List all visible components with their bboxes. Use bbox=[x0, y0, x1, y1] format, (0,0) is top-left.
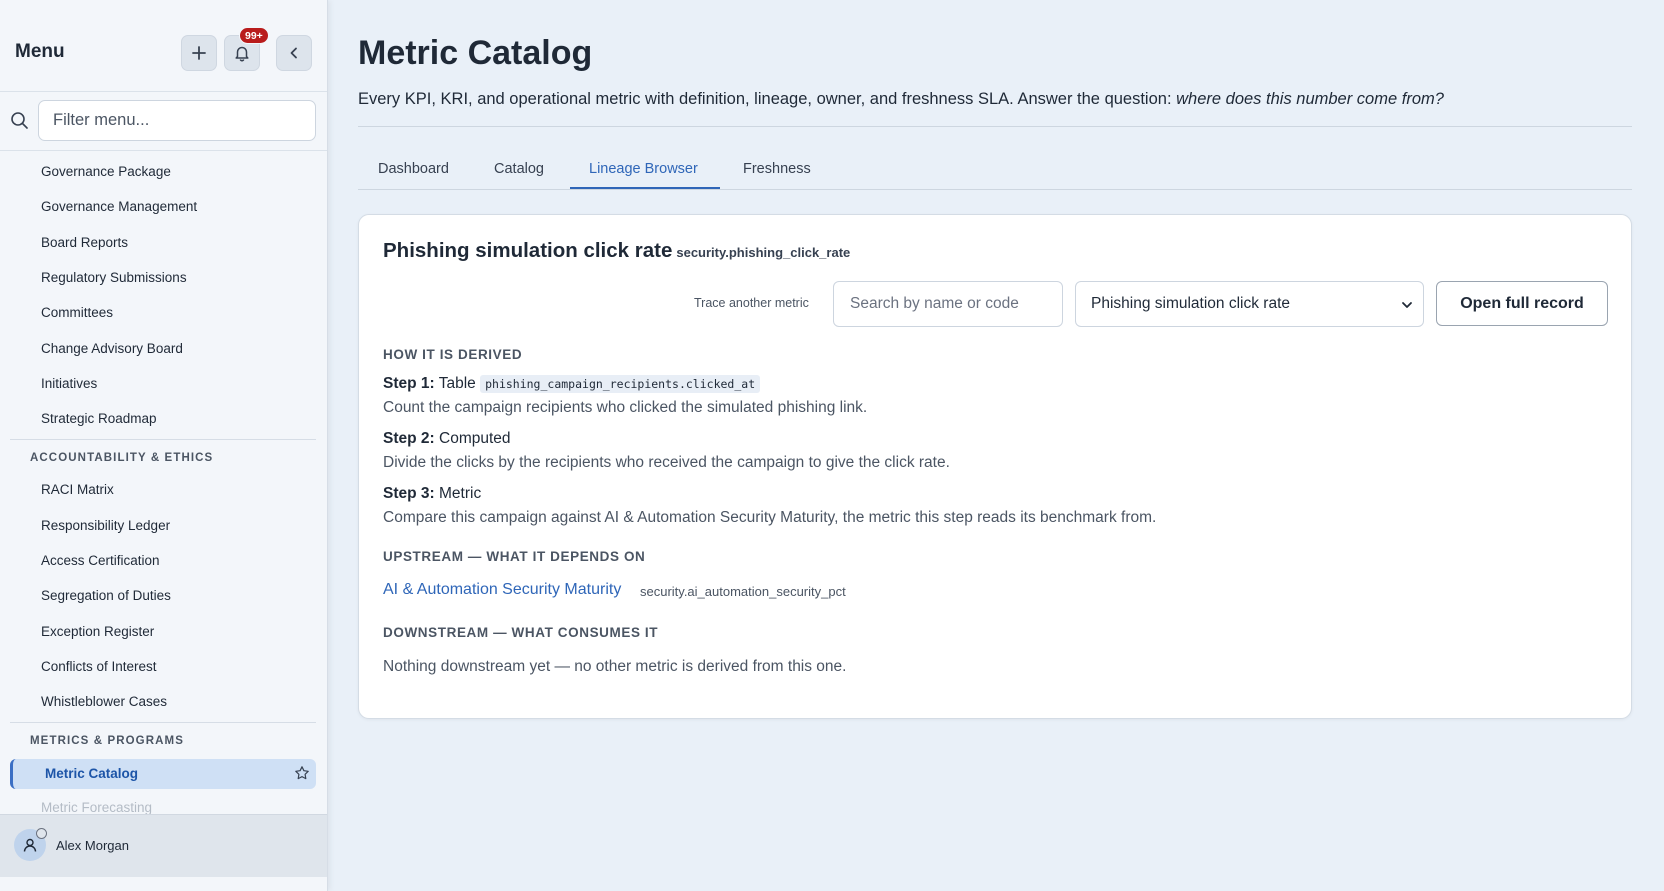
sidebar-item-strategic-roadmap[interactable]: Strategic Roadmap bbox=[41, 411, 157, 426]
tab-bar: Dashboard Catalog Lineage Browser Freshn… bbox=[358, 150, 1632, 190]
tab-catalog[interactable]: Catalog bbox=[494, 161, 544, 177]
metric-code: security.phishing_click_rate bbox=[676, 245, 851, 260]
add-button[interactable] bbox=[181, 35, 217, 71]
step-2-desc: Divide the clicks by the recipients who … bbox=[383, 454, 950, 471]
metric-select-value: Phishing simulation click rate bbox=[1091, 295, 1291, 312]
sidebar-item-responsibility-ledger[interactable]: Responsibility Ledger bbox=[41, 518, 170, 533]
subtitle-text: Every KPI, KRI, and operational metric w… bbox=[358, 90, 1177, 108]
step-label: Step 1: bbox=[383, 375, 435, 392]
sidebar-item-governance-package[interactable]: Governance Package bbox=[41, 164, 171, 179]
metric-title: Phishing simulation click rate security.p… bbox=[383, 239, 850, 263]
open-full-record-button[interactable]: Open full record bbox=[1436, 281, 1608, 326]
bell-icon bbox=[235, 46, 249, 62]
sidebar-item-metric-forecasting[interactable]: Metric Forecasting bbox=[41, 800, 152, 814]
sidebar-item-committees[interactable]: Committees bbox=[41, 305, 113, 320]
sidebar-divider bbox=[10, 439, 316, 440]
sidebar-nav: Governance Package Governance Management… bbox=[0, 152, 327, 814]
step-kind: Computed bbox=[439, 430, 511, 447]
sidebar-item-exception-register[interactable]: Exception Register bbox=[41, 624, 154, 639]
section-metrics-programs: METRICS & PROGRAMS bbox=[30, 735, 184, 747]
trace-label: Trace another metric bbox=[694, 296, 809, 310]
page-title: Metric Catalog bbox=[358, 34, 593, 72]
star-icon[interactable] bbox=[294, 765, 310, 781]
header-divider bbox=[358, 126, 1632, 127]
sidebar-item-label: Metric Catalog bbox=[45, 766, 139, 781]
lineage-card: Phishing simulation click rate security.p… bbox=[358, 214, 1632, 719]
page-subtitle: Every KPI, KRI, and operational metric w… bbox=[358, 90, 1444, 109]
sidebar-item-conflicts-of-interest[interactable]: Conflicts of Interest bbox=[41, 659, 157, 674]
sidebar-header: Menu 99+ bbox=[0, 0, 327, 92]
status-indicator-icon bbox=[36, 828, 47, 839]
step-label: Step 2: bbox=[383, 430, 435, 447]
plus-icon bbox=[192, 46, 206, 60]
metric-select[interactable]: Phishing simulation click rate bbox=[1075, 281, 1424, 327]
sidebar-item-raci-matrix[interactable]: RACI Matrix bbox=[41, 482, 114, 497]
step-3-desc: Compare this campaign against AI & Autom… bbox=[383, 509, 1157, 526]
derived-heading: HOW IT IS DERIVED bbox=[383, 347, 523, 362]
tab-freshness[interactable]: Freshness bbox=[743, 161, 811, 177]
user-name: Alex Morgan bbox=[56, 838, 129, 853]
user-footer[interactable]: Alex Morgan bbox=[0, 814, 327, 877]
step-1-desc: Count the campaign recipients who clicke… bbox=[383, 399, 868, 416]
user-icon bbox=[23, 838, 37, 852]
sidebar-search bbox=[0, 92, 327, 151]
sidebar-divider bbox=[10, 722, 316, 723]
main-content: Metric Catalog Every KPI, KRI, and opera… bbox=[358, 0, 1632, 891]
subtitle-question: where does this number come from? bbox=[1176, 90, 1444, 108]
step-kind: Table bbox=[438, 375, 476, 392]
chevron-down-icon bbox=[1402, 302, 1412, 308]
sidebar-item-governance-management[interactable]: Governance Management bbox=[41, 199, 197, 214]
sidebar-item-initiatives[interactable]: Initiatives bbox=[41, 376, 97, 391]
step-kind: Metric bbox=[439, 485, 482, 502]
upstream-heading: UPSTREAM — WHAT IT DEPENDS ON bbox=[383, 549, 646, 564]
sidebar: Menu 99+ Governance Package Governanc bbox=[0, 0, 328, 891]
section-accountability-ethics: ACCOUNTABILITY & ETHICS bbox=[30, 452, 214, 464]
tab-lineage-browser[interactable]: Lineage Browser bbox=[589, 161, 698, 177]
notification-badge: 99+ bbox=[239, 27, 269, 44]
sidebar-item-board-reports[interactable]: Board Reports bbox=[41, 235, 128, 250]
downstream-heading: DOWNSTREAM — WHAT CONSUMES IT bbox=[383, 625, 659, 640]
sidebar-item-change-advisory-board[interactable]: Change Advisory Board bbox=[41, 341, 183, 356]
sidebar-item-access-certification[interactable]: Access Certification bbox=[41, 553, 160, 568]
step-code: phishing_campaign_recipients.clicked_at bbox=[480, 375, 761, 393]
step-1-line: Step 1: Table phishing_campaign_recipien… bbox=[383, 375, 761, 393]
metric-search-input[interactable] bbox=[833, 281, 1063, 327]
filter-menu-input[interactable] bbox=[38, 100, 316, 141]
downstream-empty-text: Nothing downstream yet — no other metric… bbox=[383, 658, 847, 675]
sidebar-item-segregation-of-duties[interactable]: Segregation of Duties bbox=[41, 588, 171, 603]
sidebar-item-metric-catalog[interactable]: Metric Catalog bbox=[10, 759, 316, 789]
collapse-sidebar-button[interactable] bbox=[276, 35, 312, 71]
upstream-metric-code: security.ai_automation_security_pct bbox=[640, 584, 846, 599]
step-label: Step 3: bbox=[383, 485, 435, 502]
chevron-left-icon bbox=[290, 47, 297, 59]
tab-dashboard[interactable]: Dashboard bbox=[378, 161, 449, 177]
active-tab-indicator bbox=[570, 187, 720, 189]
sidebar-item-whistleblower-cases[interactable]: Whistleblower Cases bbox=[41, 694, 167, 709]
step-3-line: Step 3: Metric bbox=[383, 485, 481, 503]
metric-name: Phishing simulation click rate bbox=[383, 239, 673, 262]
search-icon bbox=[11, 112, 28, 129]
sidebar-title: Menu bbox=[15, 41, 65, 62]
upstream-metric-link[interactable]: AI & Automation Security Maturity bbox=[383, 581, 621, 599]
step-2-line: Step 2: Computed bbox=[383, 430, 511, 448]
sidebar-item-regulatory-submissions[interactable]: Regulatory Submissions bbox=[41, 270, 187, 285]
